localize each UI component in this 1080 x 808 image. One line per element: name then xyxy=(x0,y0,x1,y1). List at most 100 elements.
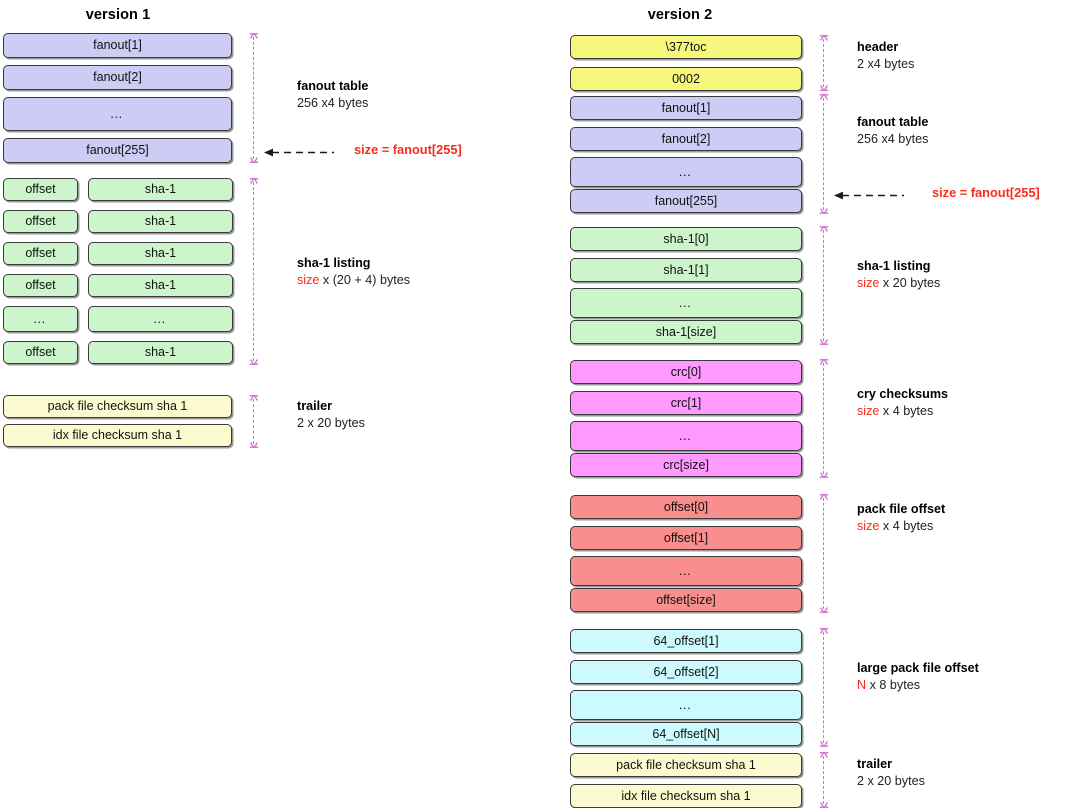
v1-sha1-row-2-label: sha-1 xyxy=(144,214,177,229)
v1-sha1-ellipsis-label: … xyxy=(152,310,169,326)
v2-header-annotation-title: header xyxy=(857,40,899,54)
v2-sha1-annotation: sha-1 listing size x 20 bytes xyxy=(857,258,940,291)
v2-large-offset-bracket-bottom-arrow xyxy=(819,740,829,747)
v1-sha1-bracket-line xyxy=(253,182,254,361)
v2-crc-1-box: crc[1] xyxy=(570,391,802,415)
v1-size-callout-text: size = fanout[255] xyxy=(354,142,462,157)
v1-fanout-bracket-line xyxy=(253,37,254,159)
v2-trailer-idx-box: idx file checksum sha 1 xyxy=(570,784,802,808)
v2-offset-annotation-title: pack file offset xyxy=(857,502,946,516)
v1-sha1-annotation-sub: size x (20 + 4) bytes xyxy=(297,272,410,289)
v2-crc-0-box: crc[0] xyxy=(570,360,802,384)
v2-sha1-ellipsis-label: … xyxy=(678,294,694,310)
v1-offset-ellipsis-label: … xyxy=(32,310,49,326)
v2-offset-bracket xyxy=(818,494,829,613)
v2-crc-annotation-sub-red: size xyxy=(857,403,880,418)
v1-sha1-ellipsis-box: … xyxy=(88,306,233,332)
v2-large-offset-2-box: 64_offset[2] xyxy=(570,660,802,684)
v2-fanout-1-box: fanout[1] xyxy=(570,96,802,120)
v1-sha1-row-1-label: sha-1 xyxy=(144,182,177,197)
v2-header-annotation: header 2 x4 bytes xyxy=(857,39,914,72)
v2-sha1-annotation-sub-plain: x 20 bytes xyxy=(879,275,941,290)
v2-crc-ellipsis-label: … xyxy=(678,427,694,443)
version2-title: version 2 xyxy=(647,7,713,23)
v1-offset-row-2-label: offset xyxy=(25,214,56,229)
v2-fanout-annotation-sub: 256 x4 bytes xyxy=(857,131,929,146)
v1-sha1-row-3-label: sha-1 xyxy=(144,246,177,261)
v2-offset-1-box: offset[1] xyxy=(570,526,802,550)
v1-sha1-annotation-title: sha-1 listing xyxy=(297,256,371,270)
v1-trailer-pack-label: pack file checksum sha 1 xyxy=(47,399,188,414)
v2-header-bracket-line xyxy=(823,39,824,87)
v2-offset-bracket-bottom-arrow xyxy=(819,606,829,613)
v2-crc-annotation-sub: size x 4 bytes xyxy=(857,403,948,420)
v2-offset-ellipsis-label: … xyxy=(678,562,694,578)
v2-sha1-0-label: sha-1[0] xyxy=(663,231,709,246)
v2-offset-size-box: offset[size] xyxy=(570,588,802,612)
v2-fanout-ellipsis-box: … xyxy=(570,157,802,187)
v1-sha1-bracket xyxy=(248,178,259,365)
v1-trailer-idx-label: idx file checksum sha 1 xyxy=(52,428,183,443)
v2-sha1-annotation-title: sha-1 listing xyxy=(857,259,931,273)
v2-fanout-255-label: fanout[255] xyxy=(654,193,718,208)
v1-offset-row-6-label: offset xyxy=(25,345,56,360)
v1-sha1-row-4-label: sha-1 xyxy=(144,278,177,293)
v1-sha1-annotation-sub-red: size xyxy=(297,272,320,287)
v2-crc-annotation-title: cry checksums xyxy=(857,387,949,401)
v2-sha1-ellipsis-box: … xyxy=(570,288,802,318)
v2-offset-annotation: pack file offset size x 4 bytes xyxy=(857,501,945,534)
v2-sha1-bracket xyxy=(818,226,829,345)
v2-crc-annotation-sub-plain: x 4 bytes xyxy=(879,403,934,418)
v2-fanout-1-label: fanout[1] xyxy=(661,100,711,115)
v2-size-callout-text: size = fanout[255] xyxy=(932,185,1040,200)
v2-fanout-2-label: fanout[2] xyxy=(661,131,711,146)
v1-fanout-ellipsis-box: … xyxy=(3,97,232,131)
v2-crc-bracket-bottom-arrow xyxy=(819,471,829,478)
v2-header-version-box: 0002 xyxy=(570,67,802,91)
v2-sha1-1-label: sha-1[1] xyxy=(663,262,709,277)
v2-sha1-annotation-sub-red: size xyxy=(857,275,880,290)
v1-sha1-bracket-bottom-arrow xyxy=(249,358,259,365)
v1-sha1-annotation: sha-1 listing size x (20 + 4) bytes xyxy=(297,255,410,288)
v1-offset-row-4-box: offset xyxy=(3,274,78,297)
v1-trailer-bracket-bottom-arrow xyxy=(249,441,259,448)
v2-trailer-annotation-title: trailer xyxy=(857,757,893,771)
v1-fanout-1-box: fanout[1] xyxy=(3,33,232,58)
v1-offset-row-1-label: offset xyxy=(25,182,56,197)
v2-sha1-annotation-sub: size x 20 bytes xyxy=(857,275,940,292)
v2-large-offset-ellipsis-label: … xyxy=(678,696,694,712)
v2-large-offset-1-label: 64_offset[1] xyxy=(653,633,719,648)
v1-sha1-row-2-box: sha-1 xyxy=(88,210,233,233)
v2-fanout-bracket-bottom-arrow xyxy=(819,207,829,214)
v2-large-offset-bracket-line xyxy=(823,632,824,743)
v2-offset-annotation-sub-red: size xyxy=(857,518,880,533)
v1-fanout-annotation: fanout table 256 x4 bytes xyxy=(297,78,368,111)
v2-crc-bracket xyxy=(818,359,829,478)
v2-large-offset-annotation: large pack file offset N x 8 bytes xyxy=(857,660,979,693)
v2-large-offset-annotation-sub-red: N xyxy=(857,677,867,692)
v2-large-offset-annotation-title: large pack file offset xyxy=(857,661,979,675)
v1-sha1-row-3-box: sha-1 xyxy=(88,242,233,265)
v1-offset-row-2-box: offset xyxy=(3,210,78,233)
v2-large-offset-2-label: 64_offset[2] xyxy=(653,664,719,679)
v1-offset-ellipsis-box: … xyxy=(3,306,78,332)
v2-offset-annotation-sub-plain: x 4 bytes xyxy=(879,518,934,533)
v1-fanout-ellipsis-label: … xyxy=(109,105,126,121)
v1-sha1-row-1-box: sha-1 xyxy=(88,178,233,201)
v2-large-offset-n-label: 64_offset[N] xyxy=(652,726,720,741)
v2-crc-bracket-line xyxy=(823,363,824,474)
v2-header-bracket-bottom-arrow xyxy=(819,84,829,91)
v2-fanout-ellipsis-label: … xyxy=(678,163,694,179)
v2-sha1-0-box: sha-1[0] xyxy=(570,227,802,251)
v2-fanout-annotation: fanout table 256 x4 bytes xyxy=(857,114,928,147)
v2-trailer-annotation-sub: 2 x 20 bytes xyxy=(857,773,925,788)
v2-crc-ellipsis-box: … xyxy=(570,421,802,451)
v2-fanout-annotation-title: fanout table xyxy=(857,115,929,129)
v2-offset-ellipsis-box: … xyxy=(570,556,802,586)
v2-large-offset-annotation-sub: N x 8 bytes xyxy=(857,677,979,694)
v2-sha1-size-label: sha-1[size] xyxy=(655,324,717,339)
v1-trailer-bracket-line xyxy=(253,399,254,444)
v2-fanout-bracket xyxy=(818,94,829,214)
v2-large-offset-annotation-sub-plain: x 8 bytes xyxy=(866,677,921,692)
v2-fanout-2-box: fanout[2] xyxy=(570,127,802,151)
